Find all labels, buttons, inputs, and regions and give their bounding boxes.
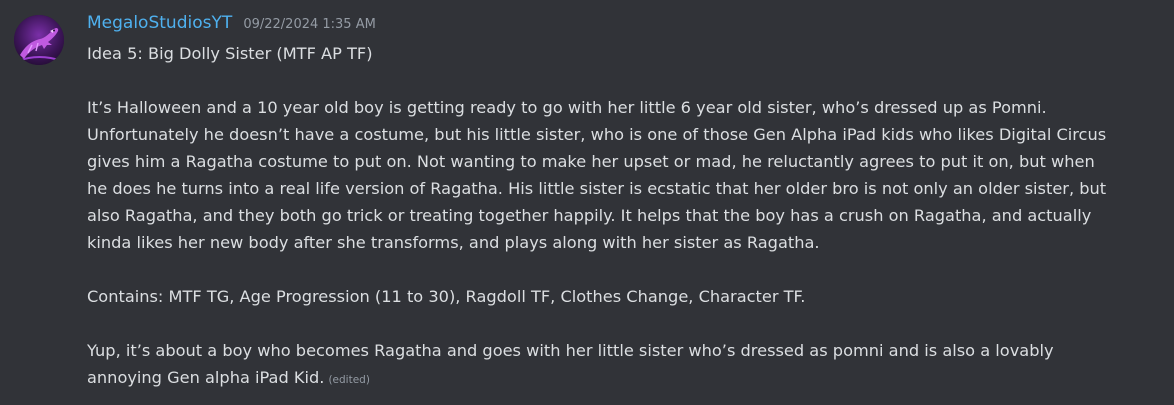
- body-line: It’s Halloween and a 10 year old boy is …: [87, 98, 1047, 117]
- body-line: kinda likes her new body after she trans…: [87, 233, 820, 252]
- edited-label: (edited): [328, 374, 370, 386]
- body-line: Unfortunately he doesn’t have a costume,…: [87, 125, 1107, 144]
- message-content: Idea 5: Big Dolly Sister (MTF AP TF) It’…: [87, 40, 1162, 391]
- purple-raptor-avatar-icon: [14, 15, 64, 65]
- body-line: also Ragatha, and they both go trick or …: [87, 206, 1092, 225]
- message-title-line: Idea 5: Big Dolly Sister (MTF AP TF): [87, 44, 373, 63]
- contains-line: Contains: MTF TG, Age Progression (11 to…: [87, 287, 806, 306]
- body-line: gives him a Ragatha costume to put on. N…: [87, 152, 1095, 171]
- closing-line-last: annoying Gen alpha iPad Kid. (edited): [87, 364, 1162, 391]
- body-line: he does he turns into a real life versio…: [87, 179, 1107, 198]
- chat-message: MegaloStudiosYT 09/22/2024 1:35 AM Idea …: [0, 0, 1174, 405]
- closing-line-text: annoying Gen alpha iPad Kid.: [87, 368, 325, 387]
- author-name[interactable]: MegaloStudiosYT: [87, 13, 232, 33]
- closing-line: Yup, it’s about a boy who becomes Ragath…: [87, 341, 1054, 360]
- message-timestamp[interactable]: 09/22/2024 1:35 AM: [243, 17, 376, 32]
- user-avatar[interactable]: [14, 15, 64, 65]
- message-header: MegaloStudiosYT 09/22/2024 1:35 AM: [87, 13, 376, 37]
